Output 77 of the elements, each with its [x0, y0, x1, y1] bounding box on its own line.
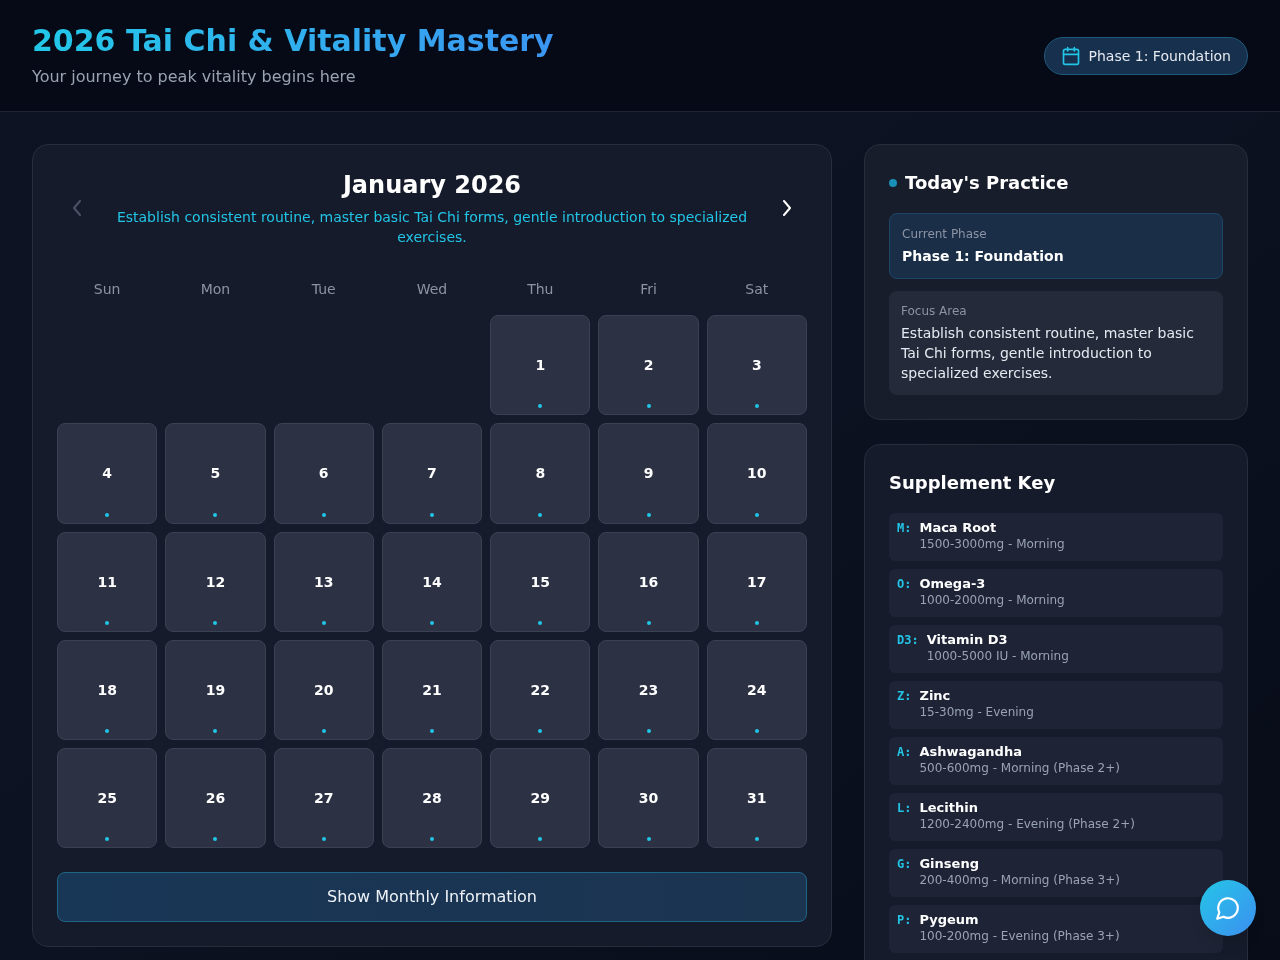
calendar-icon	[1060, 45, 1081, 66]
calendar-day[interactable]: 9	[598, 423, 699, 524]
calendar-day[interactable]: 31	[706, 748, 807, 849]
calendar-day[interactable]: 2	[598, 315, 699, 416]
supplement-code: O:	[897, 576, 912, 592]
calendar-day[interactable]: 11	[57, 531, 158, 632]
focus-area-text: Establish consistent routine, master basic Tai Chi forms, gentle introduction to specialized exercises.	[901, 324, 1195, 383]
calendar-day[interactable]: 18	[57, 639, 158, 741]
supplement-code: Z:	[897, 688, 912, 704]
chevron-right-icon	[782, 200, 792, 216]
weekday-label: Tue	[310, 280, 337, 299]
calendar-day[interactable]: 3	[706, 315, 807, 416]
supplement-dosage: 500-600mg - Morning (Phase 2+)	[919, 760, 1120, 776]
supplement-code: M:	[897, 520, 912, 536]
weekday-label: Sun	[92, 280, 122, 299]
calendar-day[interactable]: 16	[598, 531, 699, 632]
calendar-day[interactable]: 28	[381, 748, 483, 849]
calendar-day[interactable]: 26	[165, 748, 266, 849]
focus-area-label: Focus Area	[901, 303, 968, 319]
supplement-code: G:	[897, 856, 912, 872]
card-title: Today's Practice	[905, 171, 1069, 195]
supplement-code: A:	[897, 744, 912, 760]
chat-bubble-icon	[1215, 895, 1241, 921]
current-phase-label: Current Phase	[902, 226, 988, 242]
calendar-day[interactable]: 20	[273, 639, 374, 741]
weekday-label: Sat	[744, 280, 770, 299]
calendar-day[interactable]: 12	[165, 531, 266, 632]
calendar-day[interactable]: 6	[273, 423, 374, 524]
calendar-day[interactable]: 14	[381, 531, 483, 632]
calendar-day[interactable]: 29	[490, 748, 591, 849]
calendar-day[interactable]: 17	[706, 531, 807, 632]
supplement-dosage: 1500-3000mg - Morning	[919, 536, 1065, 552]
supplement-code: D3:	[897, 632, 919, 648]
supplement-name: Omega-3	[919, 576, 987, 592]
supplement-dosage: 15-30mg - Evening	[919, 704, 1034, 720]
calendar-day[interactable]: 27	[273, 748, 374, 849]
supplement-dosage: 1000-5000 IU - Morning	[926, 648, 1069, 664]
supplement-code: P:	[897, 912, 912, 928]
phase-badge: Phase 1: Foundation	[1043, 36, 1248, 75]
supplement-dosage: 1200-2400mg - Evening (Phase 2+)	[919, 816, 1135, 832]
calendar-day[interactable]: 13	[273, 531, 374, 632]
calendar-day[interactable]: 22	[490, 639, 591, 741]
calendar-day[interactable]: 21	[381, 639, 483, 741]
calendar-day[interactable]: 4	[57, 423, 158, 524]
supplement-dosage: 1000-2000mg - Morning	[919, 592, 1065, 608]
supplement-name: Ashwagandha	[919, 744, 1023, 760]
card-title: Supplement Key	[889, 471, 1057, 495]
calendar-day[interactable]: 5	[165, 423, 266, 524]
page-subtitle: Your journey to peak vitality begins here	[32, 66, 357, 88]
supplement-dosage: 100-200mg - Evening (Phase 3+)	[919, 928, 1120, 944]
calendar-day[interactable]: 10	[706, 423, 807, 524]
month-description: Establish consistent routine, master basic Tai Chi forms, gentle introduction to specialized exercises.	[115, 208, 749, 247]
show-monthly-info-button[interactable]: Show Monthly Information	[57, 872, 807, 923]
supplement-code: L:	[897, 800, 912, 816]
calendar-day[interactable]: 15	[490, 531, 591, 632]
calendar-day[interactable]: 19	[165, 639, 266, 741]
supplement-name: Vitamin D3	[926, 632, 1009, 648]
calendar-day[interactable]: 1	[490, 315, 591, 416]
current-phase-value: Phase 1: Foundation	[902, 247, 1065, 266]
supplement-name: Maca Root	[919, 520, 998, 536]
calendar-day[interactable]: 25	[57, 748, 158, 849]
weekday-label: Thu	[526, 280, 555, 299]
supplement-name: Ginseng	[919, 856, 980, 872]
chevron-left-icon	[72, 200, 82, 216]
weekday-label: Wed	[415, 280, 449, 299]
calendar-day[interactable]: 7	[381, 423, 483, 524]
calendar-day[interactable]: 30	[598, 748, 699, 849]
supplement-dosage: 200-400mg - Morning (Phase 3+)	[919, 872, 1120, 888]
calendar-day[interactable]: 23	[598, 639, 699, 741]
supplement-name: Zinc	[919, 688, 952, 704]
month-title: January 2026	[342, 170, 522, 201]
weekday-label: Fri	[639, 280, 658, 299]
supplement-name: Lecithin	[919, 800, 979, 816]
supplement-name: Pygeum	[919, 912, 980, 928]
weekday-label: Mon	[199, 280, 232, 299]
calendar-day[interactable]: 24	[706, 639, 807, 741]
calendar-day[interactable]: 8	[490, 423, 591, 524]
